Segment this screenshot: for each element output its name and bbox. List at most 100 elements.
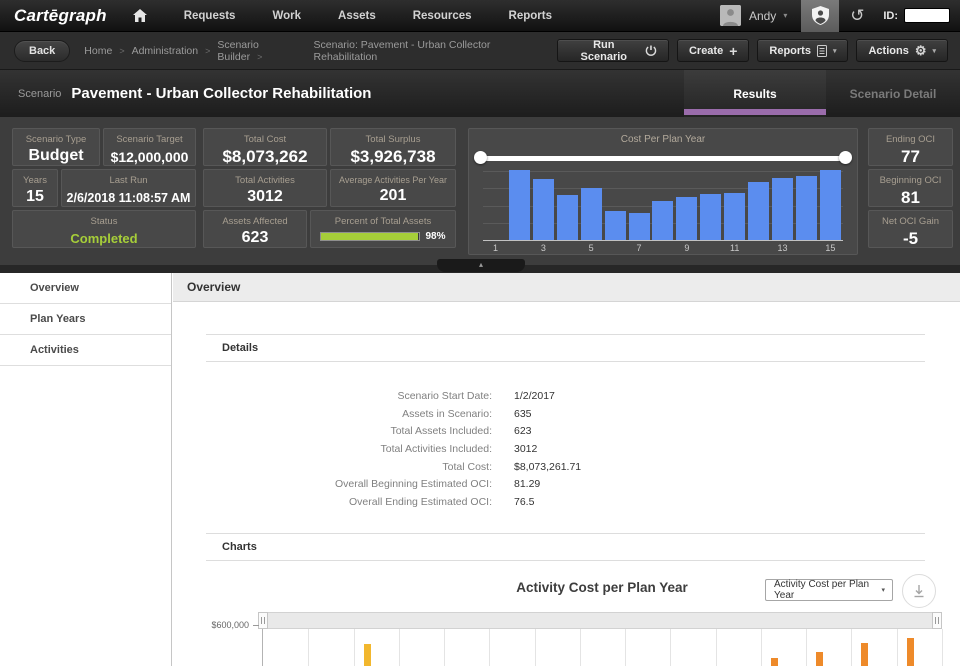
stat-assets-affected: Assets Affected 623 [203, 210, 307, 248]
tab-results[interactable]: Results [684, 70, 826, 117]
gridline [851, 629, 852, 666]
run-scenario-button[interactable]: Run Scenario [557, 39, 669, 62]
history-icon[interactable]: ↺ [839, 0, 875, 32]
sidebar-item-overview[interactable]: Overview [0, 273, 171, 304]
stat-beginning-oci: Beginning OCI 81 [868, 169, 953, 207]
create-button[interactable]: Create + [677, 39, 749, 62]
detail-label: Scenario Start Date: [196, 390, 492, 402]
active-tab-indicator [684, 109, 826, 115]
avatar[interactable] [720, 5, 741, 26]
mini-cost-bar [820, 170, 841, 240]
stat-status: Status Completed [12, 210, 196, 248]
gridline [670, 629, 671, 666]
breadcrumb-link[interactable]: Home [84, 45, 112, 57]
power-icon [645, 45, 657, 57]
mini-chart-x-label: 13 [771, 243, 794, 253]
breadcrumb-link[interactable]: Scenario Builder [217, 39, 258, 63]
mini-chart-x-label: 15 [819, 243, 842, 253]
breadcrumb-item: Scenario: Pavement - Urban Collector Reh… [314, 39, 557, 63]
stat-last-run: Last Run 2/6/2018 11:08:57 AM [61, 169, 196, 207]
mini-chart-x-label: 11 [723, 243, 746, 253]
back-button[interactable]: Back [14, 40, 70, 62]
gridline [444, 629, 445, 666]
detail-row: Total Cost: $8,073,261.71 [196, 458, 581, 476]
mini-chart-title: Cost Per Plan Year [469, 134, 857, 145]
nav-item[interactable]: Work [272, 10, 301, 22]
breadcrumb-link[interactable]: Scenario: Pavement - Urban Collector Reh… [314, 39, 491, 63]
detail-value: 1/2/2017 [514, 390, 555, 402]
chevron-down-icon[interactable]: ▾ [783, 11, 787, 20]
detail-value: 76.5 [514, 496, 534, 508]
breadcrumb-item: Administration > [132, 45, 218, 57]
actions-button[interactable]: Actions ⚙ ▾ [856, 39, 948, 62]
home-icon[interactable] [133, 9, 147, 22]
chart-select-dropdown[interactable]: Activity Cost per Plan Year ▾ [765, 579, 893, 601]
chart-horizontal-scrollbar[interactable] [258, 612, 942, 629]
detail-value: $8,073,261.71 [514, 461, 581, 473]
activity-cost-plot [262, 629, 941, 666]
stat-average-activities: Average Activities Per Year 201 [330, 169, 456, 207]
mini-cost-bar [509, 170, 530, 240]
cartegraph-app: Cartēgraph Requests Work Assets Resources Re… [0, 0, 960, 666]
cartegraph-logo[interactable]: Cartēgraph [14, 6, 107, 26]
detail-row: Total Assets Included: 623 [196, 422, 581, 440]
run-scenario-label: Run Scenario [569, 39, 640, 63]
document-icon [817, 45, 827, 57]
breadcrumb-separator: > [205, 46, 210, 56]
cost-per-plan-year-chart: Cost Per Plan Year 13579111315 [468, 128, 858, 255]
reports-button[interactable]: Reports ▾ [757, 39, 848, 62]
activity-cost-bar [861, 643, 868, 666]
detail-value: 635 [514, 408, 532, 420]
actions-label: Actions [868, 45, 908, 57]
nav-item[interactable]: Assets [338, 10, 376, 22]
mini-cost-bar [533, 179, 554, 240]
mini-cost-bar [605, 211, 626, 240]
detail-row: Scenario Start Date: 1/2/2017 [196, 387, 581, 405]
range-slider-right-handle[interactable] [839, 151, 852, 164]
activity-cost-bar [771, 658, 778, 666]
stats-panel: Scenario Type Budget Scenario Target $12… [0, 117, 960, 265]
mini-cost-bar [748, 182, 769, 240]
nav-item[interactable]: Resources [413, 10, 472, 22]
admin-shield-button[interactable] [801, 0, 839, 32]
create-label: Create [689, 45, 723, 57]
main-content: Details Scenario Start Date: 1/2/2017 As… [173, 303, 960, 666]
mini-chart-x-label [508, 243, 531, 253]
mini-chart-x-label [556, 243, 579, 253]
scrollbar-right-grip[interactable] [932, 612, 942, 629]
shield-icon [812, 6, 829, 25]
year-range-slider[interactable] [480, 156, 846, 161]
details-section-heading: Details [206, 334, 925, 362]
mini-chart-x-label: 5 [580, 243, 603, 253]
download-chart-button[interactable] [902, 574, 936, 608]
mini-chart-x-label [699, 243, 722, 253]
activity-cost-bar [364, 644, 371, 666]
mini-chart-x-label [604, 243, 627, 253]
stat-total-cost: Total Cost $8,073,262 [203, 128, 327, 166]
stat-net-oci-gain: Net OCI Gain -5 [868, 210, 953, 248]
detail-row: Assets in Scenario: 635 [196, 405, 581, 423]
stat-scenario-target: Scenario Target $12,000,000 [103, 128, 196, 166]
charts-section-heading: Charts [206, 533, 925, 561]
breadcrumb-separator: > [119, 46, 124, 56]
sidebar-item-activities[interactable]: Activities [0, 335, 171, 366]
scrollbar-left-grip[interactable] [258, 612, 268, 629]
range-slider-left-handle[interactable] [474, 151, 487, 164]
nav-item[interactable]: Requests [184, 10, 236, 22]
collapse-panel-handle[interactable]: ▴ [437, 259, 525, 272]
scenario-header: Scenario Pavement - Urban Collector Reha… [0, 70, 960, 117]
stat-percent-of-total-assets: Percent of Total Assets 98% [310, 210, 456, 248]
gridline [399, 629, 400, 666]
user-name[interactable]: Andy [749, 9, 776, 23]
id-input[interactable] [904, 8, 950, 23]
sidebar-item-plan-years[interactable]: Plan Years [0, 304, 171, 335]
nav-item[interactable]: Reports [509, 10, 552, 22]
reports-label: Reports [769, 45, 811, 57]
activity-cost-bar [816, 652, 823, 666]
breadcrumb: Home> Administration> Scenario Builder> … [84, 39, 556, 63]
breadcrumb-link[interactable]: Administration [132, 45, 199, 57]
mini-cost-bar [724, 193, 745, 240]
mini-cost-bar [676, 197, 697, 240]
stat-total-surplus: Total Surplus $3,926,738 [330, 128, 456, 166]
tab-scenario-detail[interactable]: Scenario Detail [826, 70, 960, 117]
